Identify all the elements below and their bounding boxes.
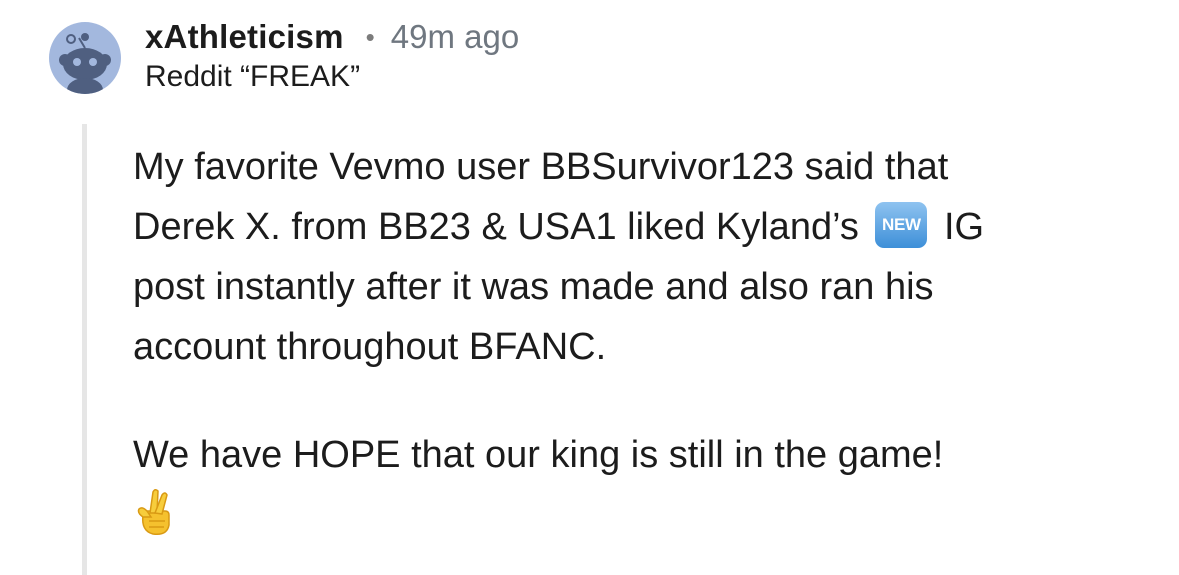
meta-separator: • [365, 22, 375, 52]
new-button-emoji-icon: NEW [875, 201, 928, 248]
username-link[interactable]: xAthleticism [145, 18, 344, 56]
comment-text-line: My favorite Vevmo user BBSurvivor123 sai… [133, 146, 949, 188]
reddit-snoo-avatar-icon [59, 33, 111, 94]
timestamp[interactable]: 49m ago [391, 18, 519, 56]
comment-text-line: We have HOPE that our king is still in t… [133, 434, 944, 476]
comment-text-segment: Derek X. from BB23 & USA1 liked Kyland’s [133, 206, 859, 248]
comment-paragraph-2: We have HOPE that our king is still in t… [133, 425, 1153, 485]
comment-header: xAthleticism • 49m ago Reddit “FREAK” [145, 18, 519, 94]
crossed-fingers-emoji-icon [137, 488, 170, 536]
thread-collapse-line[interactable] [82, 124, 87, 575]
comment-text-line: account throughout BFANC. [133, 326, 607, 368]
user-flair: Reddit “FREAK” [145, 60, 361, 93]
comment-meta: xAthleticism • 49m ago [145, 18, 519, 56]
comment-paragraph-1: My favorite Vevmo user BBSurvivor123 sai… [133, 137, 1153, 377]
comment-text-segment: IG [943, 206, 985, 248]
comment-text-line: Derek X. from BB23 & USA1 liked Kyland’s… [133, 197, 1153, 257]
comment-text-line: post instantly after it was made and als… [133, 266, 934, 308]
avatar[interactable] [49, 22, 121, 94]
comment-body: My favorite Vevmo user BBSurvivor123 sai… [133, 137, 1153, 537]
